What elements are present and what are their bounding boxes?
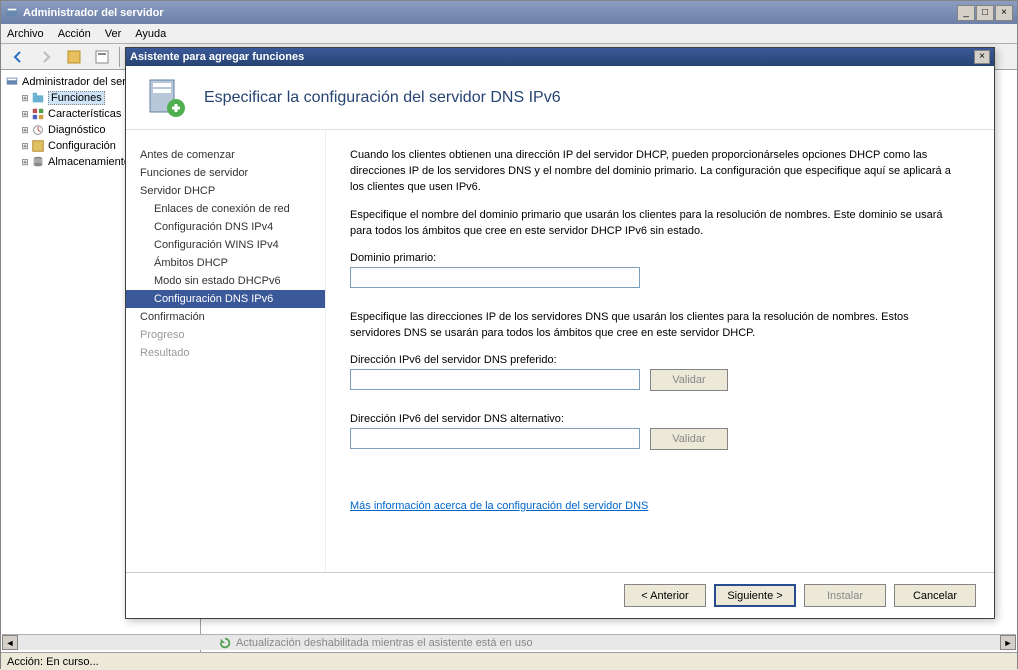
prev-button[interactable]: < Anterior bbox=[624, 584, 706, 607]
refresh-icon bbox=[218, 636, 232, 650]
validate-preferido-button[interactable]: Validar bbox=[650, 369, 728, 391]
minimize-button[interactable]: _ bbox=[957, 5, 975, 21]
tree-label: Configuración bbox=[48, 140, 116, 152]
forward-button[interactable] bbox=[35, 46, 57, 68]
show-pane-button[interactable] bbox=[63, 46, 85, 68]
status-bar: Acción: En curso... bbox=[1, 652, 1017, 670]
wizard-footer: < Anterior Siguiente > Instalar Cancelar bbox=[126, 572, 994, 618]
tree-label: Diagnóstico bbox=[48, 124, 105, 136]
input-dns-preferido[interactable] bbox=[350, 369, 640, 390]
wizard-heading: Especificar la configuración del servido… bbox=[204, 89, 561, 107]
menubar: Archivo Acción Ver Ayuda bbox=[1, 24, 1017, 44]
input-dns-alternativo[interactable] bbox=[350, 428, 640, 449]
nav-enlaces-conexion[interactable]: Enlaces de conexión de red bbox=[126, 200, 325, 218]
menu-ayuda[interactable]: Ayuda bbox=[135, 28, 166, 40]
storage-icon bbox=[31, 155, 45, 169]
tree-label: Almacenamiento bbox=[48, 156, 130, 168]
bottom-status-text: Actualización deshabilitada mientras el … bbox=[236, 637, 533, 649]
tree-label: Funciones bbox=[48, 91, 105, 105]
nav-ambitos-dhcp[interactable]: Ámbitos DHCP bbox=[126, 254, 325, 272]
diagnostics-icon bbox=[31, 123, 45, 137]
nav-modo-sin-estado[interactable]: Modo sin estado DHCPv6 bbox=[126, 272, 325, 290]
menu-accion[interactable]: Acción bbox=[58, 28, 91, 40]
bottom-scrollbar[interactable]: ◄ Actualización deshabilitada mientras e… bbox=[2, 634, 1016, 650]
main-titlebar[interactable]: Administrador del servidor _ □ × bbox=[1, 1, 1017, 24]
nav-wins-ipv4[interactable]: Configuración WINS IPv4 bbox=[126, 236, 325, 254]
install-button[interactable]: Instalar bbox=[804, 584, 886, 607]
wizard-title-text: Asistente para agregar funciones bbox=[130, 51, 974, 63]
scroll-right-button[interactable]: ► bbox=[1000, 635, 1016, 650]
nav-antes-comenzar[interactable]: Antes de comenzar bbox=[126, 146, 325, 164]
cancel-button[interactable]: Cancelar bbox=[894, 584, 976, 607]
more-info-link[interactable]: Más información acerca de la configuraci… bbox=[350, 500, 648, 512]
wizard-nav: Antes de comenzar Funciones de servidor … bbox=[126, 130, 326, 572]
server-manager-icon bbox=[5, 6, 19, 20]
menu-ver[interactable]: Ver bbox=[105, 28, 122, 40]
add-roles-wizard: Asistente para agregar funciones × Espec… bbox=[125, 47, 995, 619]
wizard-titlebar[interactable]: Asistente para agregar funciones × bbox=[126, 48, 994, 66]
nav-dns-ipv4[interactable]: Configuración DNS IPv4 bbox=[126, 218, 325, 236]
label-dominio-primario: Dominio primario: bbox=[350, 252, 958, 264]
label-dns-preferido: Dirección IPv6 del servidor DNS preferid… bbox=[350, 354, 958, 366]
content-paragraph-1: Cuando los clientes obtienen una direcci… bbox=[350, 148, 958, 196]
nav-funciones-servidor[interactable]: Funciones de servidor bbox=[126, 164, 325, 182]
server-icon bbox=[5, 75, 19, 89]
nav-confirmacion[interactable]: Confirmación bbox=[126, 308, 325, 326]
properties-button[interactable] bbox=[91, 46, 113, 68]
content-paragraph-3: Especifique las direcciones IP de los se… bbox=[350, 310, 958, 342]
wizard-close-button[interactable]: × bbox=[974, 50, 990, 64]
config-icon bbox=[31, 139, 45, 153]
wizard-content: Cuando los clientes obtienen una direcci… bbox=[326, 130, 994, 572]
roles-icon bbox=[31, 91, 45, 105]
menu-archivo[interactable]: Archivo bbox=[7, 28, 44, 40]
label-dns-alternativo: Dirección IPv6 del servidor DNS alternat… bbox=[350, 413, 958, 425]
nav-servidor-dhcp[interactable]: Servidor DHCP bbox=[126, 182, 325, 200]
nav-dns-ipv6[interactable]: Configuración DNS IPv6 bbox=[126, 290, 325, 308]
features-icon bbox=[31, 107, 45, 121]
close-button[interactable]: × bbox=[995, 5, 1013, 21]
nav-progreso: Progreso bbox=[126, 326, 325, 344]
wizard-header: Especificar la configuración del servido… bbox=[126, 66, 994, 130]
maximize-button[interactable]: □ bbox=[976, 5, 994, 21]
content-paragraph-2: Especifique el nombre del dominio primar… bbox=[350, 208, 958, 240]
next-button[interactable]: Siguiente > bbox=[714, 584, 796, 607]
main-title-text: Administrador del servidor bbox=[23, 7, 957, 19]
input-dominio-primario[interactable] bbox=[350, 267, 640, 288]
tree-label: Características bbox=[48, 108, 121, 120]
wizard-header-icon bbox=[144, 76, 188, 120]
nav-resultado: Resultado bbox=[126, 344, 325, 362]
status-text: Acción: En curso... bbox=[7, 656, 99, 668]
scroll-left-button[interactable]: ◄ bbox=[2, 635, 18, 650]
validate-alternativo-button[interactable]: Validar bbox=[650, 428, 728, 450]
back-button[interactable] bbox=[7, 46, 29, 68]
